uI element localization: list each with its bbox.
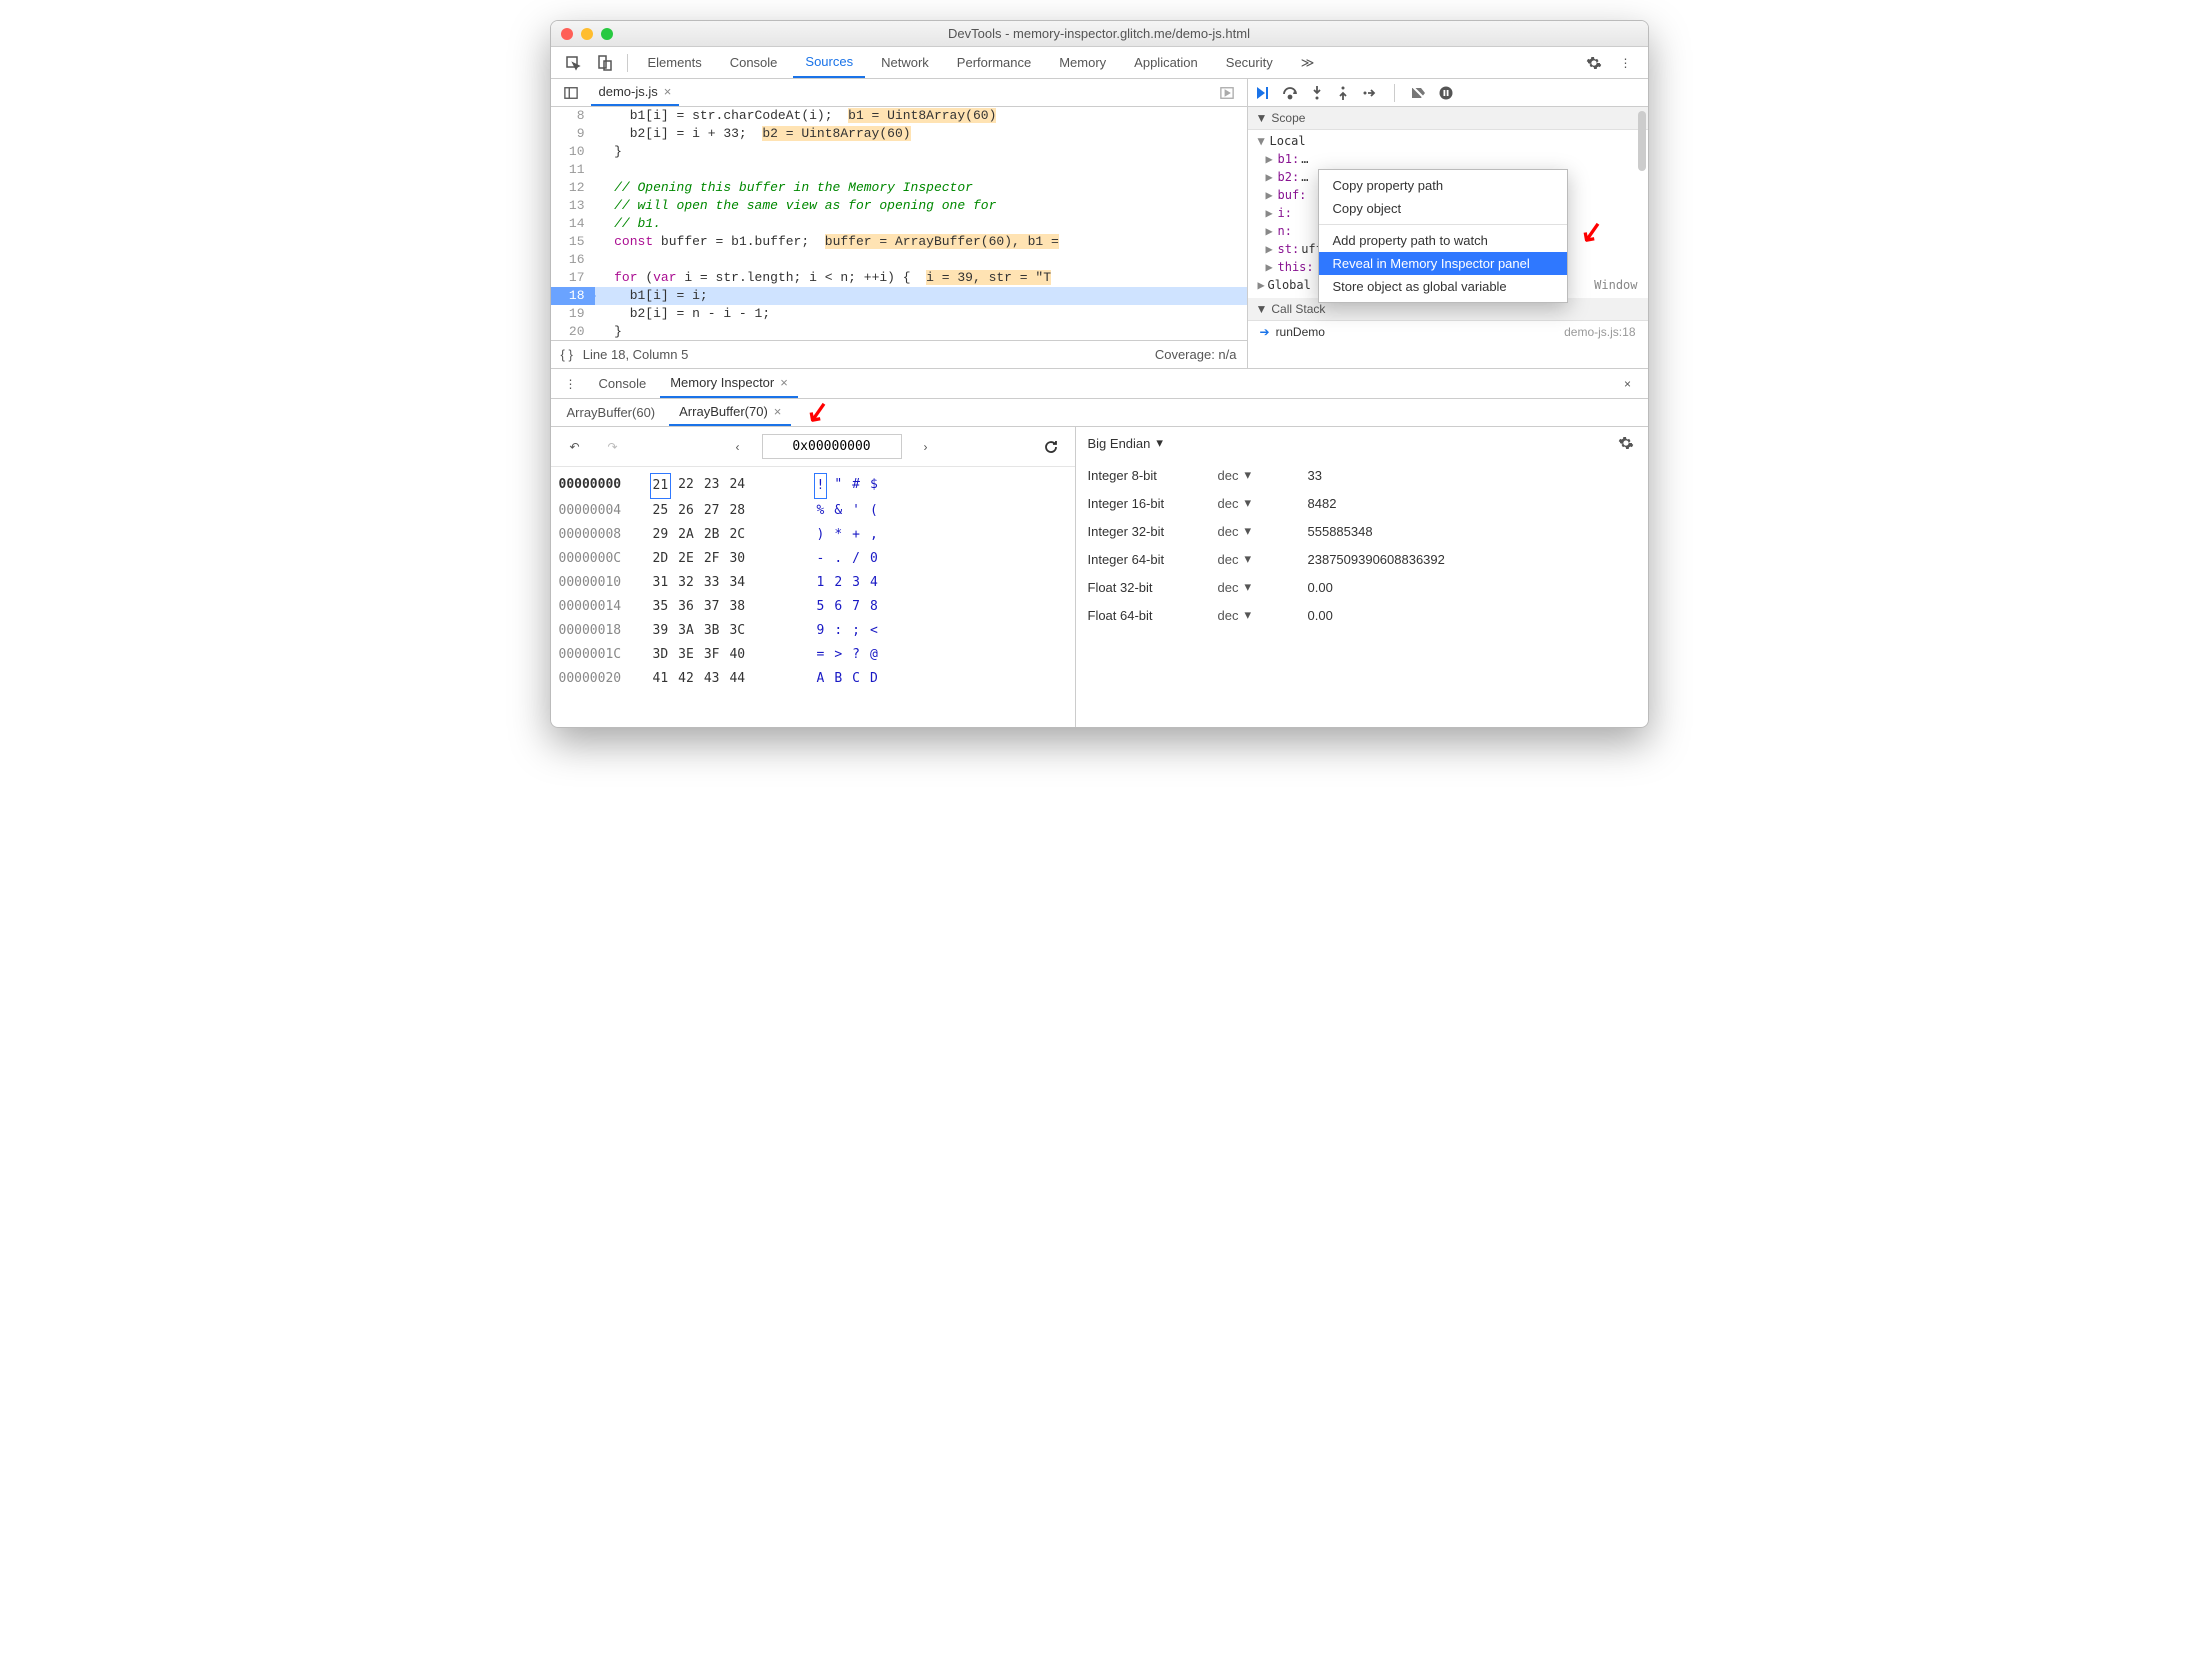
close-icon[interactable]: × — [664, 84, 672, 99]
value-interpretation-row: Integer 8-bitdec ▾33 — [1088, 461, 1636, 489]
close-icon[interactable]: × — [780, 375, 788, 390]
chevron-down-icon: ▾ — [1244, 551, 1251, 567]
step-out-button[interactable] — [1336, 85, 1350, 101]
gear-icon[interactable] — [1618, 435, 1634, 451]
traffic-lights — [561, 28, 613, 40]
endian-selector[interactable]: Big Endian ▾ — [1088, 435, 1636, 451]
file-tab-label: demo-js.js — [599, 84, 658, 99]
cursor-position: Line 18, Column 5 — [583, 347, 689, 362]
minimize-window-button[interactable] — [581, 28, 593, 40]
tab-performance[interactable]: Performance — [945, 47, 1043, 78]
format-selector[interactable]: dec ▾ — [1218, 551, 1288, 567]
tab-elements[interactable]: Elements — [636, 47, 714, 78]
close-window-button[interactable] — [561, 28, 573, 40]
chevron-down-icon: ▾ — [1244, 523, 1251, 539]
tab-network[interactable]: Network — [869, 47, 941, 78]
close-icon[interactable]: × — [774, 404, 782, 419]
chevron-down-icon: ▾ — [1244, 467, 1251, 483]
hex-viewer[interactable]: 0000000021222324!"#$0000000425262728%&'(… — [551, 467, 1075, 697]
format-selector[interactable]: dec ▾ — [1218, 523, 1288, 539]
value-interpretation-row: Integer 16-bitdec ▾8482 — [1088, 489, 1636, 517]
run-snippet-icon[interactable] — [1213, 79, 1241, 107]
drawer-tab-console[interactable]: Console — [589, 369, 657, 398]
context-menu-item[interactable]: Add property path to watch — [1319, 229, 1567, 252]
chevron-down-icon: ▾ — [1156, 435, 1163, 451]
value-interpretation-row: Integer 32-bitdec ▾555885348 — [1088, 517, 1636, 545]
value-interpretation-row: Integer 64-bitdec ▾2387509390608836392 — [1088, 545, 1636, 573]
inspect-icon[interactable] — [559, 49, 587, 77]
tab-security[interactable]: Security — [1214, 47, 1285, 78]
resume-button[interactable] — [1254, 85, 1270, 101]
braces-icon[interactable]: { } — [561, 347, 573, 362]
undo-icon[interactable]: ↶ — [561, 433, 589, 461]
pause-on-exceptions-button[interactable] — [1439, 86, 1453, 100]
window-title: DevTools - memory-inspector.glitch.me/de… — [948, 26, 1250, 41]
drawer-tab-memory-inspector[interactable]: Memory Inspector × — [660, 369, 798, 398]
drawer-kebab-icon[interactable]: ⋮ — [557, 370, 585, 398]
more-tabs-button[interactable]: ≫ — [1289, 47, 1327, 78]
buffer-tab[interactable]: ArrayBuffer(60) — [557, 399, 666, 426]
value-interpretation-row: Float 32-bitdec ▾0.00 — [1088, 573, 1636, 601]
step-over-button[interactable] — [1282, 86, 1298, 100]
scrollbar[interactable] — [1638, 111, 1646, 364]
context-menu-item[interactable]: Copy object — [1319, 197, 1567, 220]
context-menu-item[interactable]: Store object as global variable — [1319, 275, 1567, 298]
close-drawer-button[interactable]: × — [1614, 370, 1642, 398]
editor-status-bar: { } Line 18, Column 5 Coverage: n/a — [551, 340, 1247, 368]
format-selector[interactable]: dec ▾ — [1218, 467, 1288, 483]
drawer-tabstrip: ⋮ Console Memory Inspector × ↙ × — [551, 369, 1648, 399]
debugger-controls — [1248, 79, 1648, 107]
tab-console[interactable]: Console — [718, 47, 790, 78]
callstack-frame[interactable]: ➔ runDemo demo-js.js:18 — [1248, 321, 1648, 343]
window-titlebar: DevTools - memory-inspector.glitch.me/de… — [551, 21, 1648, 47]
format-selector[interactable]: dec ▾ — [1218, 495, 1288, 511]
buffer-tab-bar: ArrayBuffer(60)ArrayBuffer(70)× — [551, 399, 1648, 427]
buffer-tab[interactable]: ArrayBuffer(70)× — [669, 399, 791, 426]
kebab-icon[interactable]: ⋮ — [1612, 49, 1640, 77]
context-menu-item[interactable]: Reveal in Memory Inspector panel — [1319, 252, 1567, 275]
address-bar: ↶ ↷ ‹ › — [551, 427, 1075, 467]
redo-icon[interactable]: ↷ — [599, 433, 627, 461]
scope-section-header[interactable]: ▼ Scope — [1248, 107, 1648, 129]
prev-page-button[interactable]: ‹ — [724, 433, 752, 461]
divider — [627, 54, 628, 72]
chevron-down-icon: ▾ — [1244, 607, 1251, 623]
context-menu-item[interactable]: Copy property path — [1319, 174, 1567, 197]
tab-memory[interactable]: Memory — [1047, 47, 1118, 78]
device-icon[interactable] — [591, 49, 619, 77]
value-interpretation-row: Float 64-bitdec ▾0.00 — [1088, 601, 1636, 629]
tab-sources[interactable]: Sources — [793, 47, 865, 78]
gear-icon[interactable] — [1580, 49, 1608, 77]
annotation-arrow: ↙ — [1577, 213, 1606, 250]
deactivate-breakpoints-button[interactable] — [1411, 86, 1427, 100]
navigator-icon[interactable] — [557, 79, 585, 107]
file-tab-bar: demo-js.js × — [551, 79, 1247, 107]
step-button[interactable] — [1362, 86, 1378, 100]
address-input[interactable] — [762, 434, 902, 459]
refresh-icon[interactable] — [1037, 433, 1065, 461]
main-tabstrip: Elements Console Sources Network Perform… — [551, 47, 1648, 79]
step-into-button[interactable] — [1310, 85, 1324, 101]
context-menu[interactable]: Copy property pathCopy object Add propert… — [1318, 169, 1568, 303]
file-tab[interactable]: demo-js.js × — [591, 79, 680, 106]
maximize-window-button[interactable] — [601, 28, 613, 40]
tab-application[interactable]: Application — [1122, 47, 1210, 78]
chevron-down-icon: ▾ — [1244, 495, 1251, 511]
scope-variable[interactable]: ▶b1: … — [1254, 150, 1648, 168]
format-selector[interactable]: dec ▾ — [1218, 579, 1288, 595]
format-selector[interactable]: dec ▾ — [1218, 607, 1288, 623]
chevron-down-icon: ▾ — [1244, 579, 1251, 595]
coverage-status: Coverage: n/a — [1155, 347, 1237, 362]
next-page-button[interactable]: › — [912, 433, 940, 461]
code-editor[interactable]: 8 b1[i] = str.charCodeAt(i); b1 = Uint8A… — [551, 107, 1247, 340]
devtools-window: DevTools - memory-inspector.glitch.me/de… — [550, 20, 1649, 728]
